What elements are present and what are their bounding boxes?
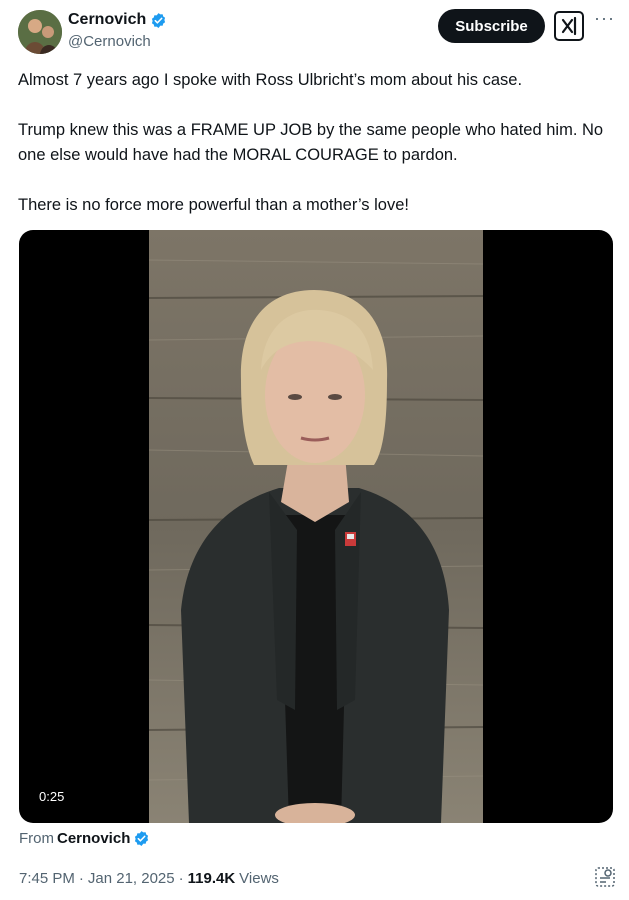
views-label: Views <box>239 870 279 887</box>
video-player[interactable]: 0:25 <box>19 230 613 823</box>
video-frame <box>149 230 483 823</box>
tweet-paragraph: Trump knew this was a FRAME UP JOB by th… <box>18 121 604 164</box>
author-handle[interactable]: @Cernovich <box>68 33 151 50</box>
author-name-row[interactable]: Cernovich <box>68 11 167 29</box>
tweet-paragraph: There is no force more powerful than a m… <box>18 196 409 214</box>
attribution-author[interactable]: Cernovich <box>57 830 130 847</box>
avatar[interactable] <box>18 10 62 54</box>
post-analytics-icon[interactable] <box>594 866 616 888</box>
attribution-prefix: From <box>19 830 54 847</box>
views-count: 119.4K <box>187 870 236 887</box>
meta-separator: · <box>178 870 184 887</box>
author-name[interactable]: Cernovich <box>68 11 146 29</box>
video-attribution: From Cernovich <box>19 830 150 847</box>
verified-badge-icon <box>135 831 149 846</box>
tweet-time[interactable]: 7:45 PM <box>19 870 75 887</box>
tweet-text: Almost 7 years ago I spoke with Ross Ulb… <box>18 68 613 218</box>
video-duration: 0:25 <box>31 786 73 807</box>
subscribe-button[interactable]: Subscribe <box>438 9 545 43</box>
more-options-icon[interactable]: ··· <box>594 8 615 29</box>
verified-badge-icon <box>152 12 166 28</box>
tweet-date[interactable]: Jan 21, 2025 <box>88 870 175 887</box>
tweet-meta: 7:45 PM · Jan 21, 2025 · 119.4K Views <box>19 870 279 887</box>
tweet-paragraph: Almost 7 years ago I spoke with Ross Ulb… <box>18 71 523 89</box>
grok-icon[interactable] <box>554 11 584 41</box>
meta-separator: · <box>78 870 84 887</box>
